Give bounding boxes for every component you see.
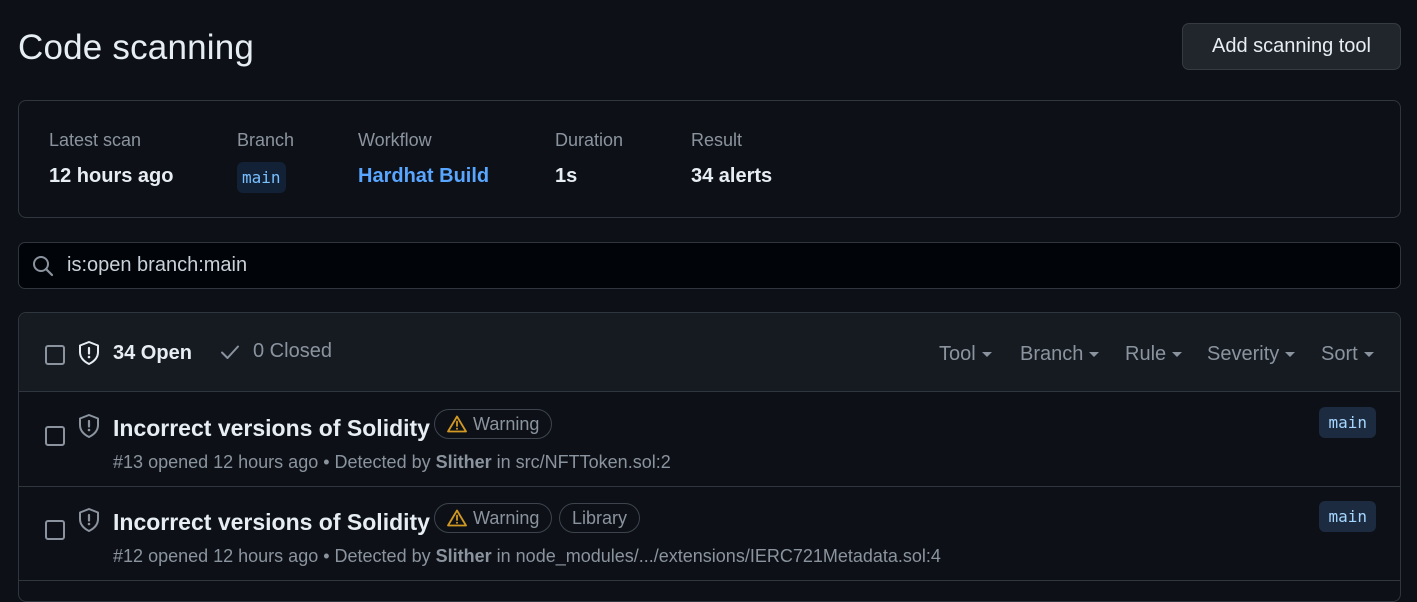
sort-label: Sort: [1321, 343, 1358, 365]
alert-meta: #13 opened 12 hours ago • Detected by Sl…: [113, 452, 671, 473]
detected-prefix: • Detected by: [323, 452, 431, 472]
tool-filter-dropdown[interactable]: Tool: [939, 343, 992, 366]
caret-down-icon: [1285, 352, 1296, 357]
latest-scan-value: 12 hours ago: [49, 165, 174, 187]
alert-title-link[interactable]: Incorrect versions of Solidity: [113, 415, 430, 442]
latest-scan-panel: Latest scan 12 hours ago Branch main Wor…: [18, 100, 1401, 218]
page-header: Code scanning Add scanning tool: [18, 22, 1401, 72]
alert-number: #12: [113, 546, 144, 566]
search-box: [18, 242, 1401, 289]
tool-filter-label: Tool: [939, 343, 976, 365]
library-tag: Library: [559, 503, 641, 533]
alerts-header: 34 Open 0 Closed Tool Branch Rule Severi…: [19, 313, 1400, 392]
workflow-link[interactable]: Hardhat Build: [358, 165, 489, 188]
check-icon: [221, 345, 239, 359]
search-input[interactable]: [67, 254, 1400, 277]
warning-icon: [447, 509, 467, 527]
alert-row: Incorrect versions of Solidity Warning L…: [19, 487, 1400, 581]
alert-branch-chip[interactable]: main: [1319, 407, 1376, 438]
library-tag-label: Library: [572, 507, 628, 528]
alert-number: #13: [113, 452, 144, 472]
workflow-info: Workflow Hardhat Build: [358, 130, 489, 188]
caret-down-icon: [1172, 352, 1183, 357]
select-all-checkbox[interactable]: [45, 345, 65, 365]
search-icon: [33, 255, 54, 276]
add-scanning-tool-button[interactable]: Add scanning tool: [1182, 23, 1401, 70]
alert-checkbox[interactable]: [45, 426, 65, 446]
latest-scan-info: Latest scan 12 hours ago: [49, 130, 173, 188]
page-title: Code scanning: [18, 28, 255, 67]
alert-title-link[interactable]: Incorrect versions of Solidity: [113, 509, 430, 536]
tool-name: Slither: [435, 452, 492, 472]
shield-icon: [79, 508, 99, 532]
duration-value: 1s: [555, 165, 578, 187]
latest-scan-label: Latest scan: [49, 130, 142, 150]
severity-filter-label: Severity: [1207, 343, 1280, 365]
branch-info: Branch main: [237, 130, 294, 193]
rule-filter-label: Rule: [1125, 343, 1167, 365]
caret-down-icon: [1089, 352, 1100, 357]
warning-icon: [447, 415, 467, 433]
shield-icon: [79, 341, 99, 365]
rule-filter-dropdown[interactable]: Rule: [1125, 343, 1183, 366]
branch-filter-dropdown[interactable]: Branch: [1020, 343, 1100, 366]
branch-label: Branch: [237, 130, 295, 150]
result-label: Result: [691, 130, 743, 150]
tool-name: Slither: [435, 546, 492, 566]
severity-badge: Warning: [434, 409, 553, 439]
alert-opened: opened 12 hours ago: [148, 546, 319, 566]
closed-count-label: 0 Closed: [253, 340, 332, 362]
branch-filter-label: Branch: [1020, 343, 1084, 365]
duration-label: Duration: [555, 130, 624, 150]
branch-chip[interactable]: main: [237, 162, 286, 193]
caret-down-icon: [981, 352, 992, 357]
alert-row: Incorrect versions of Solidity Warning #…: [19, 393, 1400, 487]
alert-branch-chip[interactable]: main: [1319, 501, 1376, 532]
caret-down-icon: [1363, 352, 1374, 357]
closed-filter-tab[interactable]: 0 Closed: [219, 340, 332, 363]
alerts-list: 34 Open 0 Closed Tool Branch Rule Severi…: [18, 312, 1401, 602]
severity-label: Warning: [473, 507, 540, 528]
duration-info: Duration 1s: [555, 130, 623, 188]
result-value: 34 alerts: [691, 165, 773, 187]
severity-label: Warning: [473, 413, 540, 434]
alert-opened: opened 12 hours ago: [148, 452, 319, 472]
workflow-label: Workflow: [358, 130, 432, 150]
severity-badge: Warning: [434, 503, 553, 533]
shield-icon: [79, 414, 99, 438]
open-count-label: 34 Open: [113, 341, 192, 364]
open-filter-tab[interactable]: 34 Open: [77, 340, 192, 366]
detected-prefix: • Detected by: [323, 546, 431, 566]
alert-meta: #12 opened 12 hours ago • Detected by Sl…: [113, 546, 941, 567]
location-prefix: in: [496, 452, 511, 472]
location-prefix: in: [496, 546, 511, 566]
result-info: Result 34 alerts: [691, 130, 772, 188]
alert-location: src/NFTToken.sol:2: [515, 452, 671, 472]
sort-dropdown[interactable]: Sort: [1321, 343, 1374, 366]
alert-checkbox[interactable]: [45, 520, 65, 540]
alert-location: node_modules/.../extensions/IERC721Metad…: [515, 546, 941, 566]
severity-filter-dropdown[interactable]: Severity: [1207, 343, 1296, 366]
